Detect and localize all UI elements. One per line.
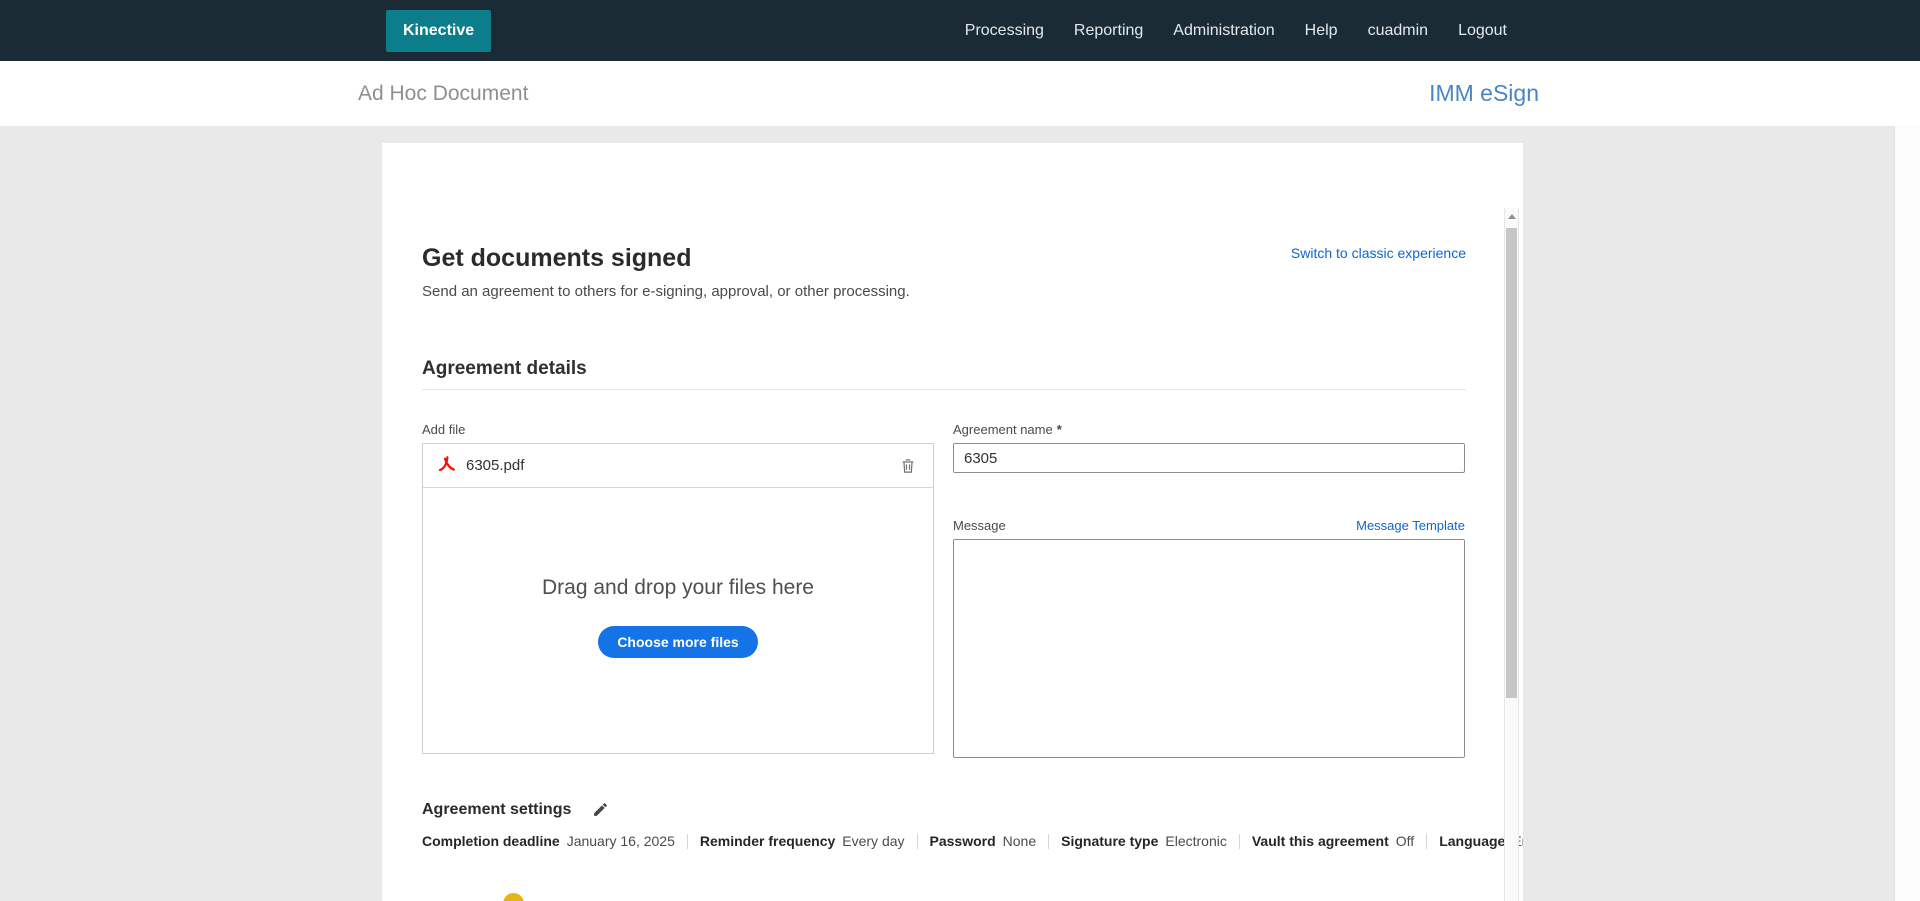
top-navigation-bar: Kinective Processing Reporting Administr… [0,0,1920,61]
setting-value: Every day [842,833,904,849]
required-asterisk: * [1057,422,1062,437]
arrow-up-icon [1508,214,1516,219]
file-dropzone[interactable]: 6305.pdf [422,443,934,754]
section-divider [422,389,1466,390]
settings-summary-row: Completion deadline January 16, 2025 Rem… [422,833,1466,849]
heading-row: Get documents signed Switch to classic e… [422,243,1466,273]
drag-drop-text: Drag and drop your files here [423,576,933,600]
setting-value: None [1003,833,1036,849]
setting-separator [687,834,688,849]
topbar-inner: Kinective Processing Reporting Administr… [0,0,1920,61]
sub-header-bar: Ad Hoc Document IMM eSign [0,61,1920,126]
setting-label: Language [1439,833,1505,849]
get-documents-signed-heading: Get documents signed [422,243,691,273]
top-nav: Processing Reporting Administration Help… [965,22,1507,40]
edit-settings-button[interactable] [590,799,611,820]
setting-value: Electronic [1165,833,1226,849]
file-row: 6305.pdf [423,444,933,488]
switch-to-classic-link[interactable]: Switch to classic experience [1291,245,1466,261]
nav-reporting[interactable]: Reporting [1074,22,1143,40]
setting-label: Vault this agreement [1252,833,1389,849]
recipient-color-dot [503,893,524,901]
window-scrollbar-track[interactable] [1894,126,1920,901]
nav-logout[interactable]: Logout [1458,22,1507,40]
setting-label: Reminder frequency [700,833,835,849]
message-label: Message [953,518,1006,533]
file-name: 6305.pdf [466,457,524,474]
trash-icon [899,463,917,478]
details-columns: Add file 6305.pdf [422,422,1466,763]
nav-administration[interactable]: Administration [1173,22,1274,40]
scroll-up-arrow[interactable] [1505,208,1518,224]
agreement-name-label-text: Agreement name [953,422,1053,437]
pencil-icon [592,806,609,821]
setting-separator [1048,834,1049,849]
agreement-details-title: Agreement details [422,358,1466,380]
heading-subtitle: Send an agreement to others for e-signin… [422,283,1466,300]
kinective-logo[interactable]: Kinective [386,10,491,52]
message-textarea[interactable] [953,539,1465,758]
setting-separator [917,834,918,849]
setting-label: Password [930,833,996,849]
send-agreement-card: Get documents signed Switch to classic e… [382,143,1523,901]
add-file-column: Add file 6305.pdf [422,422,934,763]
setting-separator [1426,834,1427,849]
add-file-label: Add file [422,422,934,437]
agreement-fields-column: Agreement name * Message Message Template [953,422,1465,763]
setting-separator [1239,834,1240,849]
agreement-name-input[interactable] [953,443,1465,473]
nav-help[interactable]: Help [1305,22,1338,40]
message-label-row: Message Message Template [953,518,1465,533]
choose-more-files-button[interactable]: Choose more files [598,626,757,658]
agreement-name-label: Agreement name * [953,422,1062,437]
imm-esign-brand: IMM eSign [1429,80,1539,107]
agreement-settings-title: Agreement settings [422,801,571,819]
content-area: Get documents signed Switch to classic e… [0,126,1920,901]
card-inner: Get documents signed Switch to classic e… [382,143,1523,849]
nav-user-cuadmin[interactable]: cuadmin [1368,22,1428,40]
setting-label: Signature type [1061,833,1158,849]
page-title: Ad Hoc Document [358,82,528,106]
card-scrollbar-thumb[interactable] [1506,228,1517,698]
setting-value: Off [1396,833,1414,849]
agreement-settings-row: Agreement settings [422,799,1466,820]
setting-value: January 16, 2025 [567,833,675,849]
drop-inner: Drag and drop your files here Choose mor… [423,576,933,658]
setting-label: Completion deadline [422,833,560,849]
delete-file-button[interactable] [897,455,919,477]
message-template-link[interactable]: Message Template [1356,518,1465,533]
card-scrollbar-track[interactable] [1504,208,1519,901]
nav-processing[interactable]: Processing [965,22,1044,40]
agreement-name-label-row: Agreement name * [953,422,1465,437]
acrobat-pdf-icon [437,454,456,478]
